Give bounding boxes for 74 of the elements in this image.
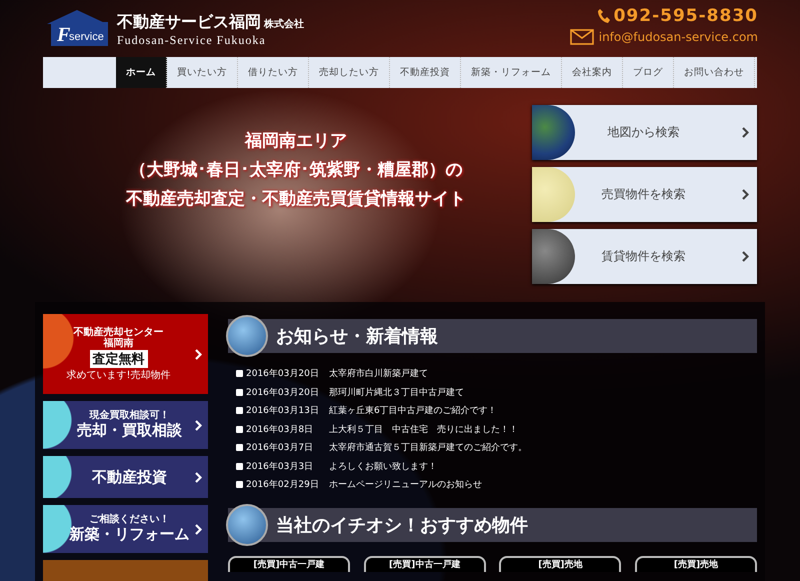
- property-tab[interactable]: [売買]売地: [634, 556, 757, 572]
- chevron-icon: [195, 472, 202, 483]
- side-banner[interactable]: 不動産売却センター 福岡南 査定無料 求めています!売却物件: [43, 314, 208, 394]
- globe-icon: [226, 315, 268, 357]
- news-link[interactable]: ホームページリニューアルのお知らせ: [329, 478, 482, 491]
- bullet-icon: [236, 370, 243, 377]
- side-banner[interactable]: ご相談ください！ 新築・リフォーム: [43, 505, 208, 553]
- company-suffix: 株式会社: [264, 18, 304, 31]
- earth-planet-icon: [532, 105, 575, 160]
- banner-title: 不動産投資: [92, 468, 167, 486]
- banner-tagline: 現金買取相談可！: [90, 410, 170, 422]
- phone-icon: [596, 8, 610, 24]
- side-banner[interactable]: 現金買取相談可！ 売却・買取相談: [43, 401, 208, 449]
- banner-title: 査定無料: [90, 350, 148, 368]
- nav-tab[interactable]: 新築・リフォーム: [461, 57, 562, 88]
- bullet-icon: [236, 444, 243, 451]
- bullet-icon: [236, 407, 243, 414]
- company-name: 不動産サービス福岡: [117, 12, 261, 33]
- chevron-icon: [195, 349, 202, 360]
- property-tab[interactable]: [売買]中古一戸建: [228, 556, 350, 572]
- news-link[interactable]: 紅葉ヶ丘東6丁目中古戸建のご紹介です！: [329, 404, 497, 417]
- bullet-icon: [236, 481, 243, 488]
- news-date: 2016年03月3日: [246, 460, 314, 472]
- news-date: 2016年03月20日: [246, 368, 320, 380]
- heading-text: 当社のイチオシ！おすすめ物件: [276, 514, 528, 537]
- phone-number[interactable]: 092-595-8830: [614, 6, 758, 26]
- globe-icon: [226, 504, 268, 546]
- nav-tab[interactable]: お問い合わせ: [674, 57, 755, 88]
- banner-text: 不動産売却センター: [74, 326, 164, 338]
- hero-text: 福岡南エリア: [245, 130, 347, 152]
- property-tab[interactable]: [売買]売地: [499, 556, 622, 572]
- chevron-icon: [195, 524, 202, 535]
- news-link[interactable]: 太宰府市白川新築戸建て: [329, 367, 428, 380]
- chevron-icon: [742, 127, 749, 138]
- search-button[interactable]: 地図から検索: [532, 105, 757, 160]
- bullet-icon: [236, 426, 243, 432]
- news-link[interactable]: 太宰府市通古賀５丁目新築戸建てのご紹介です。: [329, 441, 527, 454]
- hero-text: 不動産売却査定・不動産売買賃貸情報サイト: [126, 188, 466, 210]
- chevron-icon: [195, 420, 202, 431]
- search-button[interactable]: 売買物件を検索: [532, 167, 757, 222]
- side-banner[interactable]: 不動産投資: [43, 456, 208, 498]
- bullet-icon: [236, 388, 243, 396]
- banner-subtitle: 求めています!売却物件: [66, 368, 170, 382]
- envelope-icon: [570, 29, 594, 45]
- banner-title: 売却・買取相談: [77, 421, 182, 440]
- search-button[interactable]: 賃貸物件を検索: [532, 229, 757, 284]
- banner-tagline: ご相談ください！: [90, 514, 170, 526]
- news-date: 2016年03月20日: [246, 386, 320, 398]
- news-link[interactable]: 那珂川町片縄北３丁目中古戸建て: [329, 386, 464, 398]
- nav-tab[interactable]: 買いたい方: [167, 57, 238, 88]
- news-date: 2016年02月29日: [246, 478, 320, 491]
- nav-tab[interactable]: 借りたい方: [238, 57, 309, 88]
- nav-tab[interactable]: 不動産投資: [390, 57, 461, 88]
- rock-planet-icon: [532, 229, 575, 284]
- chevron-icon: [742, 251, 749, 262]
- moon-planet-icon: [532, 167, 575, 222]
- news-link[interactable]: 上大利５丁目 中古住宅 売りに出ました！！: [329, 422, 518, 436]
- bullet-icon: [236, 462, 243, 470]
- company-english-name: Fudosan-Service Fukuoka: [117, 33, 267, 48]
- news-date: 2016年03月8日: [246, 424, 314, 436]
- email-link[interactable]: info@fudosan-service.com: [598, 30, 758, 44]
- heading-text: お知らせ・新着情報: [276, 325, 438, 348]
- nav-tab[interactable]: ブログ: [623, 57, 674, 88]
- property-tab[interactable]: [売買]中古一戸建: [364, 556, 486, 572]
- hero-text: （大野城･春日･太宰府･筑紫野・糟屋郡）の: [130, 158, 462, 180]
- news-date: 2016年03月7日: [246, 442, 314, 454]
- news-link[interactable]: よろしくお願い致します！: [329, 460, 437, 472]
- nav-tab[interactable]: ホーム: [116, 57, 167, 88]
- chevron-icon: [742, 189, 749, 200]
- banner-text: 福岡南: [104, 338, 134, 350]
- nav-tab[interactable]: 会社案内: [562, 57, 623, 88]
- news-date: 2016年03月13日: [246, 404, 320, 417]
- nav-tab[interactable]: 売却したい方: [309, 57, 390, 88]
- banner-title: 新築・リフォーム: [70, 525, 190, 544]
